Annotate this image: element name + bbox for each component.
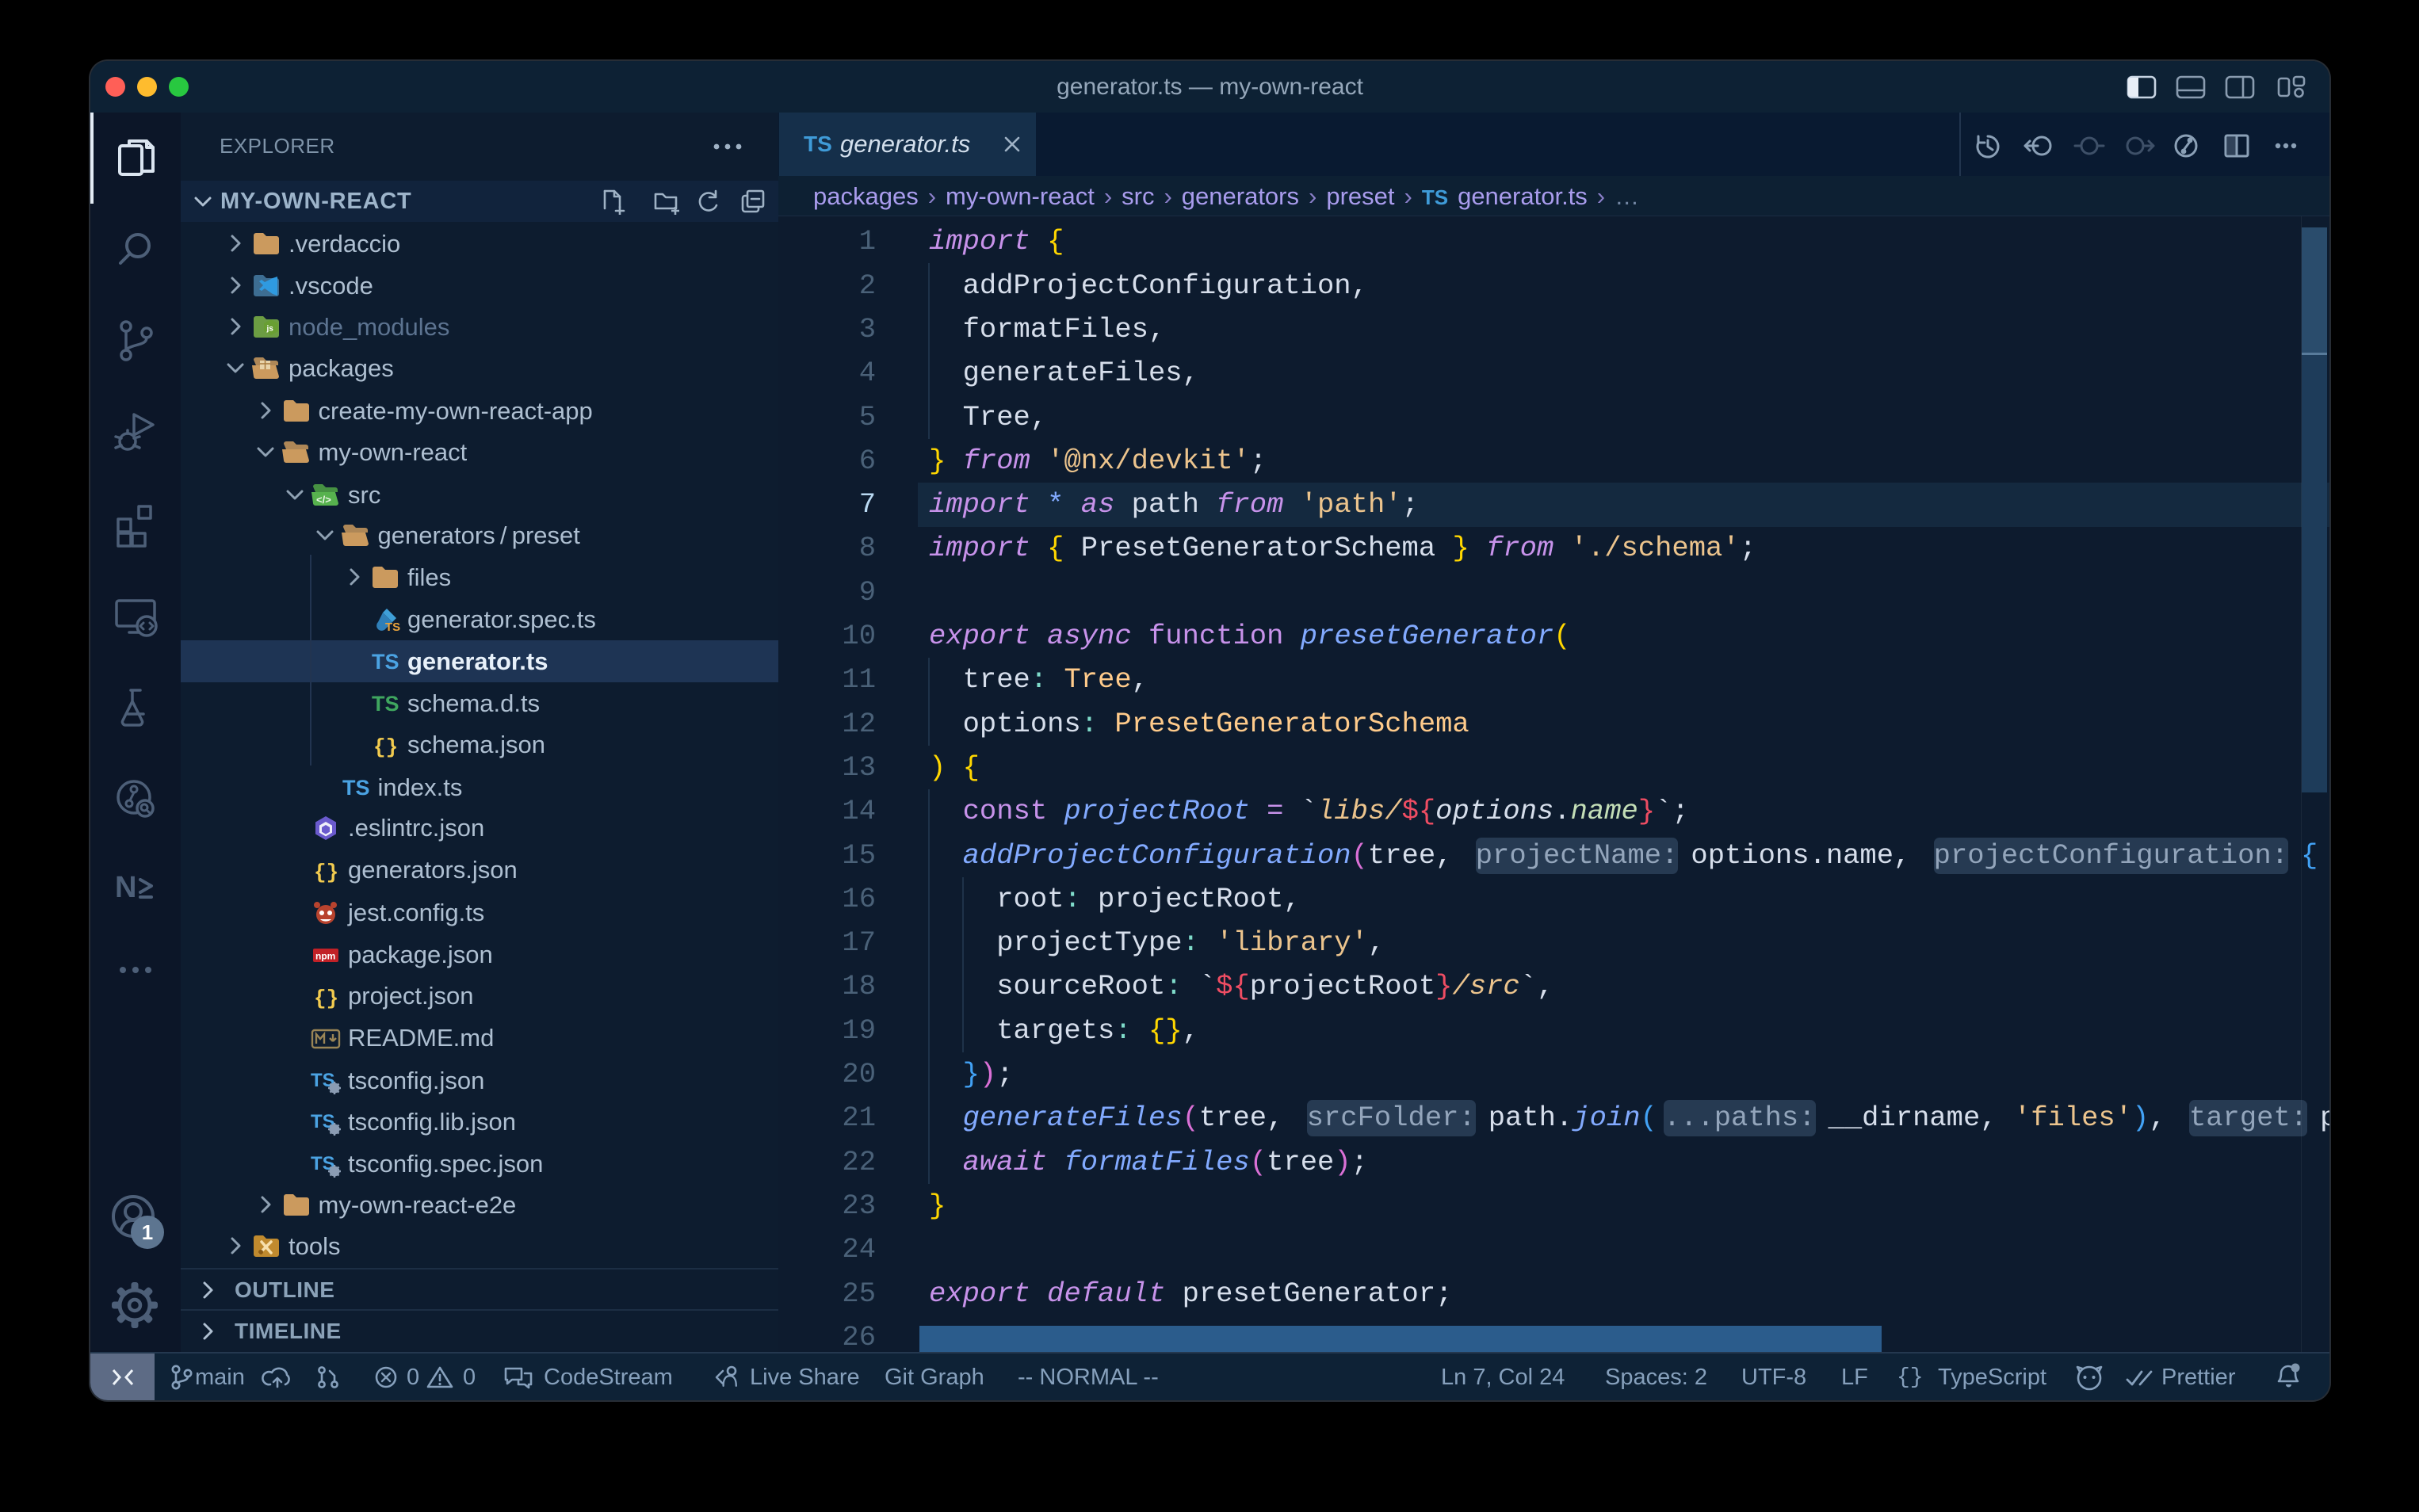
svg-text:TS: TS xyxy=(342,776,370,800)
svg-text:TS: TS xyxy=(372,692,399,716)
svg-text:TS: TS xyxy=(385,620,400,634)
svg-text:</>: </> xyxy=(316,494,331,506)
svg-text:{}: {} xyxy=(314,861,338,884)
svg-text:js: js xyxy=(266,324,274,333)
svg-text:TS: TS xyxy=(372,650,399,674)
svg-text:{}: {} xyxy=(373,735,398,759)
svg-text:{}: {} xyxy=(314,987,338,1010)
svg-text:N: N xyxy=(115,871,136,904)
svg-text:npm: npm xyxy=(315,950,335,961)
